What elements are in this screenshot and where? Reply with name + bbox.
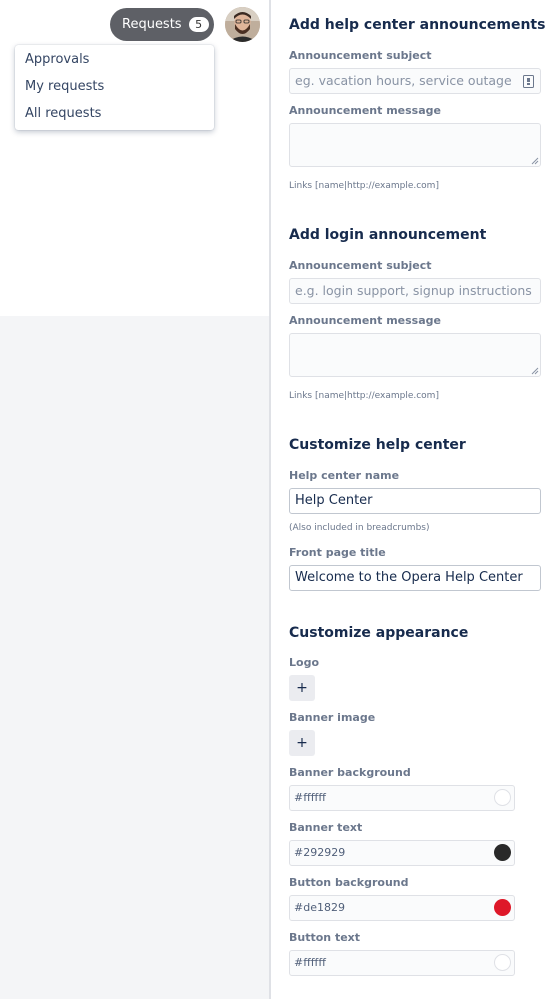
button-text-swatch[interactable] (494, 954, 511, 971)
resize-handle-icon[interactable] (531, 367, 539, 375)
banner-background-swatch[interactable] (494, 789, 511, 806)
customize-appearance-heading: Customize appearance (289, 625, 469, 641)
login-subject-label: Announcement subject (289, 259, 432, 272)
help-center-announcements-heading: Add help center announcements (289, 17, 546, 33)
hc-subject-input[interactable]: eg. vacation hours, service outage (289, 68, 541, 94)
password-manager-icon[interactable] (523, 75, 534, 88)
banner-text-swatch[interactable] (494, 844, 511, 861)
banner-background-label: Banner background (289, 766, 411, 779)
button-background-swatch[interactable] (494, 899, 511, 916)
banner-text-input[interactable]: #292929 (289, 840, 515, 866)
banner-text-value: #292929 (294, 846, 346, 859)
button-background-value: #de1829 (294, 901, 345, 914)
login-message-label: Announcement message (289, 314, 441, 327)
button-background-label: Button background (289, 876, 409, 889)
resize-handle-icon[interactable] (531, 157, 539, 165)
avatar-image (225, 7, 260, 42)
requests-button[interactable]: Requests 5 (110, 8, 214, 41)
banner-background-value: #ffffff (294, 791, 326, 804)
requests-label: Requests (122, 17, 182, 32)
help-center-name-input[interactable]: Help Center (289, 488, 541, 514)
hc-subject-label: Announcement subject (289, 49, 432, 62)
logo-label: Logo (289, 656, 319, 669)
customize-help-center-heading: Customize help center (289, 437, 466, 453)
requests-dropdown-menu: Approvals My requests All requests (15, 45, 214, 130)
hc-subject-placeholder: eg. vacation hours, service outage (295, 73, 512, 88)
button-text-value: #ffffff (294, 956, 326, 969)
pane-divider (269, 0, 271, 999)
login-subject-input[interactable]: e.g. login support, signup instructions (289, 278, 541, 304)
button-text-input[interactable]: #ffffff (289, 950, 515, 976)
banner-background-input[interactable]: #ffffff (289, 785, 515, 811)
front-page-title-label: Front page title (289, 546, 386, 559)
hc-message-label: Announcement message (289, 104, 441, 117)
hc-message-textarea[interactable] (289, 123, 541, 167)
banner-image-label: Banner image (289, 711, 376, 724)
menu-item-approvals[interactable]: Approvals (15, 50, 214, 77)
button-background-input[interactable]: #de1829 (289, 895, 515, 921)
left-pane-bottom (0, 316, 270, 999)
button-text-label: Button text (289, 931, 361, 944)
user-avatar[interactable] (225, 7, 260, 42)
menu-item-my-requests[interactable]: My requests (15, 77, 214, 104)
login-links-hint: Links [name|http://example.com] (289, 391, 439, 401)
add-logo-button[interactable]: + (289, 675, 315, 701)
front-page-title-input[interactable]: Welcome to the Opera Help Center (289, 565, 541, 591)
menu-item-all-requests[interactable]: All requests (15, 104, 214, 131)
help-center-name-label: Help center name (289, 469, 400, 482)
help-center-name-hint: (Also included in breadcrumbs) (289, 523, 430, 533)
login-announcement-heading: Add login announcement (289, 227, 487, 243)
hc-links-hint: Links [name|http://example.com] (289, 181, 439, 191)
requests-count-badge: 5 (188, 17, 209, 32)
banner-text-label: Banner text (289, 821, 363, 834)
add-banner-image-button[interactable]: + (289, 730, 315, 756)
login-message-textarea[interactable] (289, 333, 541, 377)
